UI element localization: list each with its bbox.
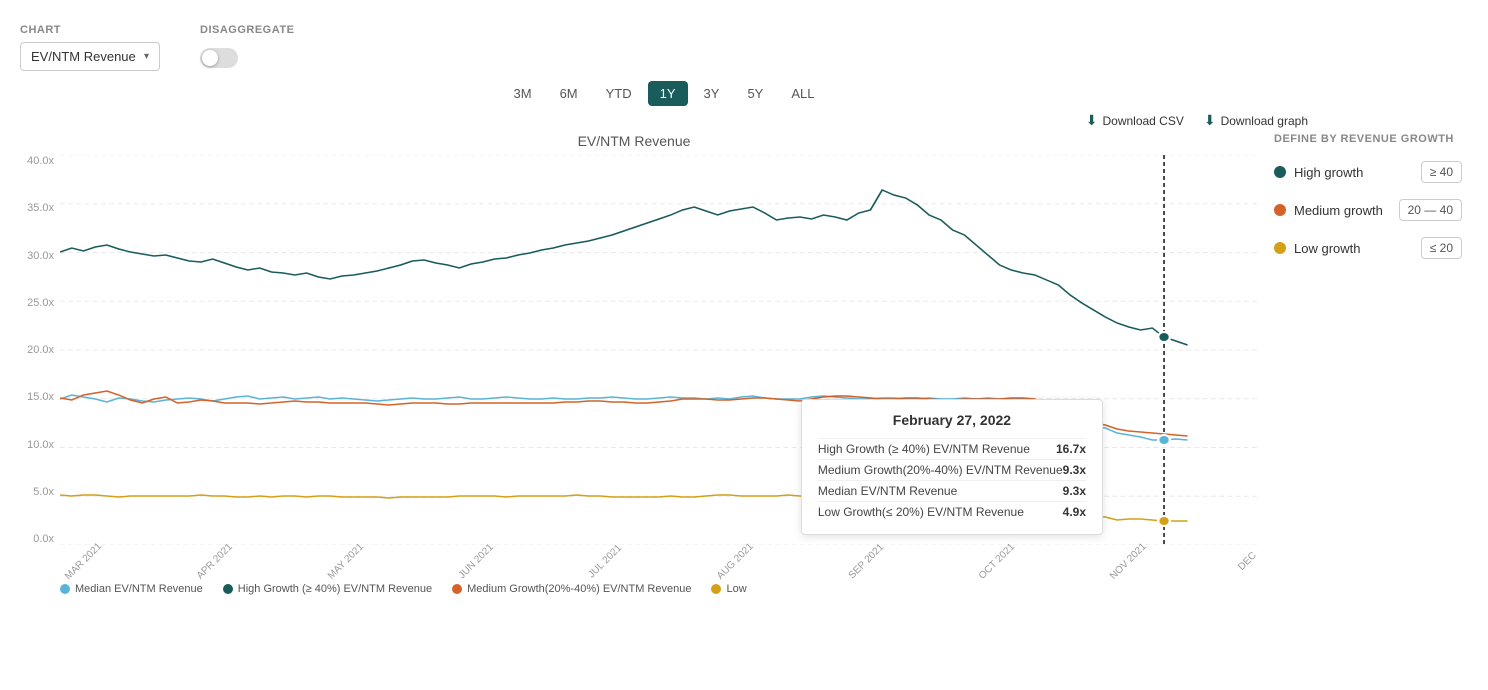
disaggregate-label: DISAGGREGATE bbox=[200, 24, 294, 36]
legend: Median EV/NTM Revenue High Growth (≥ 40%… bbox=[10, 575, 1258, 595]
legend-label-median: Median EV/NTM Revenue bbox=[75, 583, 203, 595]
y-label-30: 30.0x bbox=[27, 250, 54, 262]
growth-range-medium: 20 — 40 bbox=[1399, 199, 1462, 221]
time-btn-1y[interactable]: 1Y bbox=[648, 81, 688, 106]
growth-label-low: Low growth bbox=[1294, 241, 1413, 256]
growth-label-medium: Medium growth bbox=[1294, 203, 1391, 218]
legend-dot-low bbox=[711, 584, 721, 594]
time-btn-3y[interactable]: 3Y bbox=[692, 81, 732, 106]
legend-high: High Growth (≥ 40%) EV/NTM Revenue bbox=[223, 583, 432, 595]
y-axis: 40.0x 35.0x 30.0x 25.0x 20.0x 15.0x 10.0… bbox=[10, 155, 60, 545]
tooltip-row-medium: Medium Growth(20%-40%) EV/NTM Revenue 9.… bbox=[818, 459, 1086, 480]
growth-dot-medium bbox=[1274, 204, 1286, 216]
tooltip-date: February 27, 2022 bbox=[818, 412, 1086, 428]
legend-medium: Medium Growth(20%-40%) EV/NTM Revenue bbox=[452, 583, 691, 595]
legend-dot-medium bbox=[452, 584, 462, 594]
y-label-25: 25.0x bbox=[27, 297, 54, 309]
end-dot-high bbox=[1158, 332, 1170, 342]
tooltip-label-high: High Growth (≥ 40%) EV/NTM Revenue bbox=[818, 442, 1030, 456]
end-dot-median bbox=[1158, 435, 1170, 445]
top-controls: CHART EV/NTM Revenue ▾ DISAGGREGATE bbox=[0, 16, 1488, 71]
y-label-20: 20.0x bbox=[27, 344, 54, 356]
x-label-dec: DEC bbox=[1236, 550, 1259, 573]
legend-median: Median EV/NTM Revenue bbox=[60, 583, 203, 595]
growth-item-high: High growth ≥ 40 bbox=[1274, 161, 1462, 183]
tooltip-row-low: Low Growth(≤ 20%) EV/NTM Revenue 4.9x bbox=[818, 501, 1086, 522]
y-label-15: 15.0x bbox=[27, 391, 54, 403]
growth-dot-low bbox=[1274, 242, 1286, 254]
main-container: CHART EV/NTM Revenue ▾ DISAGGREGATE 3M 6… bbox=[0, 0, 1488, 690]
download-graph-button[interactable]: ⬇ Download graph bbox=[1204, 112, 1308, 129]
tooltip-val-medium: 9.3x bbox=[1063, 463, 1086, 477]
tooltip-val-low: 4.9x bbox=[1063, 505, 1086, 519]
chart-select-value: EV/NTM Revenue bbox=[31, 49, 136, 64]
growth-range-high: ≥ 40 bbox=[1421, 161, 1462, 183]
y-label-0: 0.0x bbox=[33, 533, 54, 545]
y-label-5: 5.0x bbox=[33, 486, 54, 498]
growth-label-high: High growth bbox=[1294, 165, 1413, 180]
legend-dot-high bbox=[223, 584, 233, 594]
time-btn-6m[interactable]: 6M bbox=[548, 81, 590, 106]
disaggregate-control-group: DISAGGREGATE bbox=[200, 24, 294, 68]
right-panel: DEFINE BY REVENUE GROWTH High growth ≥ 4… bbox=[1258, 133, 1478, 595]
x-axis: MAR 2021 APR 2021 MAY 2021 JUN 2021 JUL … bbox=[60, 547, 1258, 575]
x-label-jul21: JUL 2021 bbox=[586, 542, 624, 580]
chart-area: EV/NTM Revenue 40.0x 35.0x 30.0x 25.0x 2… bbox=[10, 133, 1258, 595]
y-label-10: 10.0x bbox=[27, 439, 54, 451]
growth-dot-high bbox=[1274, 166, 1286, 178]
growth-range-low: ≤ 20 bbox=[1421, 237, 1462, 259]
legend-label-low: Low bbox=[726, 583, 746, 595]
time-btn-all[interactable]: ALL bbox=[779, 81, 826, 106]
legend-low: Low bbox=[711, 583, 746, 595]
time-btn-5y[interactable]: 5Y bbox=[735, 81, 775, 106]
time-range-buttons: 3M 6M YTD 1Y 3Y 5Y ALL bbox=[0, 81, 1328, 106]
graph-download-icon: ⬇ bbox=[1204, 112, 1216, 129]
end-dot-low bbox=[1158, 516, 1170, 526]
y-label-40: 40.0x bbox=[27, 155, 54, 167]
chart-select-dropdown[interactable]: EV/NTM Revenue ▾ bbox=[20, 42, 160, 71]
tooltip-label-medium: Medium Growth(20%-40%) EV/NTM Revenue bbox=[818, 463, 1063, 477]
chart-control-group: CHART EV/NTM Revenue ▾ bbox=[20, 24, 160, 71]
tooltip-row-median: Median EV/NTM Revenue 9.3x bbox=[818, 480, 1086, 501]
time-btn-ytd[interactable]: YTD bbox=[594, 81, 644, 106]
main-content: EV/NTM Revenue 40.0x 35.0x 30.0x 25.0x 2… bbox=[0, 133, 1488, 595]
tooltip-row-high: High Growth (≥ 40%) EV/NTM Revenue 16.7x bbox=[818, 438, 1086, 459]
chart-title: EV/NTM Revenue bbox=[10, 133, 1258, 149]
chevron-down-icon: ▾ bbox=[144, 51, 149, 62]
download-csv-button[interactable]: ⬇ Download CSV bbox=[1086, 112, 1184, 129]
chart-tooltip: February 27, 2022 High Growth (≥ 40%) EV… bbox=[801, 399, 1103, 535]
tooltip-val-high: 16.7x bbox=[1056, 442, 1086, 456]
download-row: ⬇ Download CSV ⬇ Download graph bbox=[0, 112, 1318, 129]
tooltip-val-median: 9.3x bbox=[1063, 484, 1086, 498]
download-graph-label: Download graph bbox=[1221, 114, 1308, 128]
chart-label: CHART bbox=[20, 24, 160, 36]
y-label-35: 35.0x bbox=[27, 202, 54, 214]
tooltip-label-median: Median EV/NTM Revenue bbox=[818, 484, 957, 498]
csv-download-icon: ⬇ bbox=[1086, 112, 1098, 129]
time-btn-3m[interactable]: 3M bbox=[502, 81, 544, 106]
growth-item-low: Low growth ≤ 20 bbox=[1274, 237, 1462, 259]
legend-label-medium: Medium Growth(20%-40%) EV/NTM Revenue bbox=[467, 583, 691, 595]
legend-label-high: High Growth (≥ 40%) EV/NTM Revenue bbox=[238, 583, 432, 595]
disaggregate-toggle[interactable] bbox=[200, 48, 238, 68]
x-label-jun21: JUN 2021 bbox=[457, 541, 496, 580]
legend-dot-median bbox=[60, 584, 70, 594]
growth-item-medium: Medium growth 20 — 40 bbox=[1274, 199, 1462, 221]
tooltip-label-low: Low Growth(≤ 20%) EV/NTM Revenue bbox=[818, 505, 1024, 519]
x-label-sep21: SEP 2021 bbox=[846, 541, 885, 580]
download-csv-label: Download CSV bbox=[1102, 114, 1183, 128]
panel-title: DEFINE BY REVENUE GROWTH bbox=[1274, 133, 1462, 145]
